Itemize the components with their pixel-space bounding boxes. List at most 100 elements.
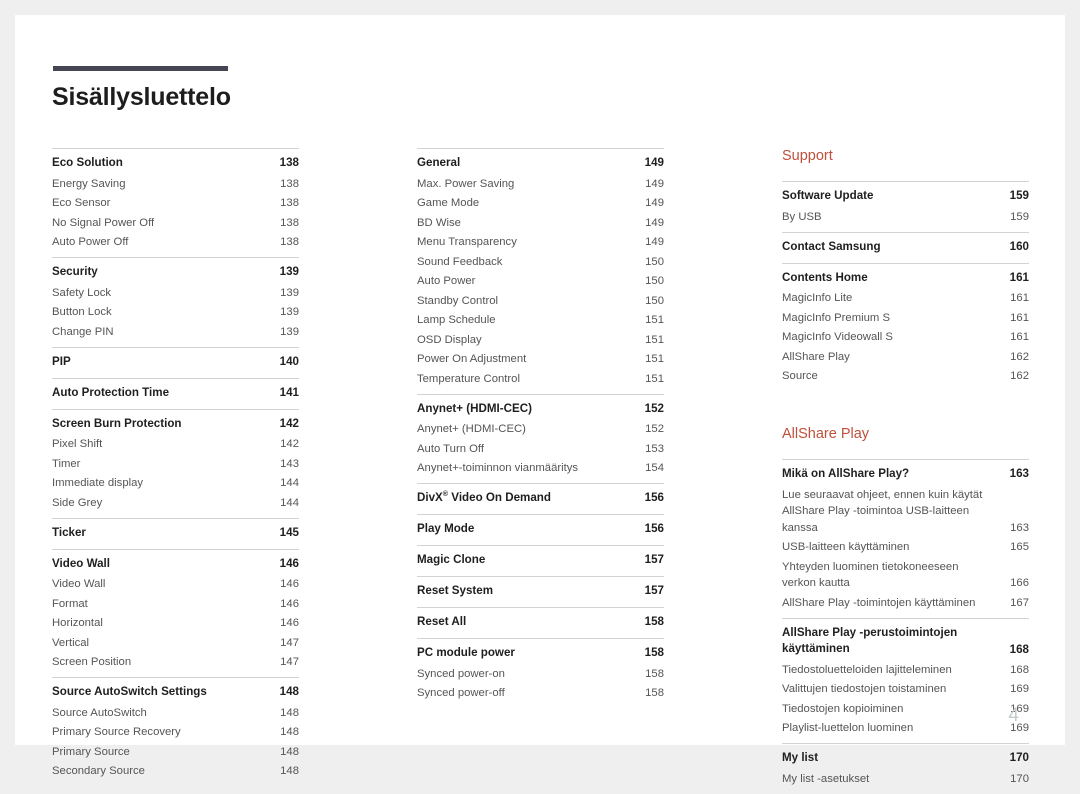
toc-entry-row[interactable]: Primary Source 148: [52, 742, 299, 762]
toc-page-number: 152: [644, 401, 664, 415]
toc-entry-row[interactable]: AllShare Play 162: [782, 347, 1029, 367]
toc-entry-row[interactable]: Yhteyden luominen tietokoneeseen verkon …: [782, 557, 1029, 593]
toc-entry-row[interactable]: No Signal Power Off 138: [52, 213, 299, 233]
toc-page-number: 151: [645, 353, 664, 365]
toc-section-label: AllShare Play -perustoimintojen käyttämi…: [782, 625, 958, 656]
toc-entry-row[interactable]: Playlist-luettelon luominen 169: [782, 719, 1029, 739]
toc-entry-row[interactable]: Synced power-off 158: [417, 684, 664, 704]
toc-page-number: 167: [1010, 596, 1029, 609]
toc-entry-label: Horizontal: [52, 617, 103, 629]
toc-entry-row[interactable]: Valittujen tiedostojen toistaminen 169: [782, 680, 1029, 700]
toc-section-row[interactable]: Source AutoSwitch Settings 148: [52, 682, 299, 703]
toc-entry-row[interactable]: MagicInfo Lite 161: [782, 289, 1029, 309]
toc-page-number: 169: [1010, 683, 1029, 695]
toc-entry-row[interactable]: OSD Display 151: [417, 330, 664, 350]
toc-column-2: General 149 Max. Power Saving 149 Game Mode 1…: [417, 148, 664, 794]
toc-section-row[interactable]: My list 170: [782, 748, 1029, 769]
toc-entry-row[interactable]: Primary Source Recovery 148: [52, 723, 299, 743]
toc-section-row[interactable]: Reset All 158: [417, 612, 664, 633]
toc-entry-row[interactable]: Source AutoSwitch 148: [52, 703, 299, 723]
toc-entry-row[interactable]: Side Grey 144: [52, 493, 299, 513]
toc-entry-row[interactable]: Lamp Schedule 151: [417, 311, 664, 331]
toc-page-number: 141: [279, 385, 299, 399]
toc-section-row[interactable]: Software Update 159: [782, 186, 1029, 207]
toc-section-row[interactable]: DivX® Video On Demand 156: [417, 488, 664, 509]
toc-section-row[interactable]: Anynet+ (HDMI-CEC) 152: [417, 399, 664, 420]
toc-entry-row[interactable]: Source 162: [782, 367, 1029, 387]
toc-entry-row[interactable]: Format 146: [52, 594, 299, 614]
toc-entry-label: Lue seuraavat ohjeet, ennen kuin käytät …: [782, 488, 983, 534]
toc-section-row[interactable]: PC module power 158: [417, 643, 664, 664]
toc-entry-row[interactable]: Sound Feedback 150: [417, 252, 664, 272]
toc-entry-row[interactable]: Video Wall 146: [52, 575, 299, 595]
toc-entry-row[interactable]: Button Lock 139: [52, 303, 299, 323]
toc-entry-row[interactable]: Tiedostojen kopioiminen 169: [782, 699, 1029, 719]
toc-entry-label: Max. Power Saving: [417, 177, 515, 190]
toc-section-label: Eco Solution: [52, 156, 123, 169]
toc-entry-row[interactable]: Pixel Shift 142: [52, 435, 299, 455]
toc-page-number: 150: [645, 294, 664, 307]
toc-entry-row[interactable]: Lue seuraavat ohjeet, ennen kuin käytät …: [782, 485, 1029, 538]
toc-section-row[interactable]: Ticker 145: [52, 523, 299, 544]
toc-section-row[interactable]: Mikä on AllShare Play? 163: [782, 464, 1029, 485]
toc-entry-row[interactable]: USB-laitteen käyttäminen 165: [782, 538, 1029, 558]
toc-entry-row[interactable]: Temperature Control 151: [417, 369, 664, 389]
toc-entry-row[interactable]: MagicInfo Videowall S 161: [782, 328, 1029, 348]
toc-entry-row[interactable]: Anynet+ (HDMI-CEC) 152: [417, 420, 664, 440]
toc-section-row[interactable]: Auto Protection Time 141: [52, 383, 299, 404]
toc-entry-label: Primary Source: [52, 745, 130, 758]
toc-entry-row[interactable]: MagicInfo Premium S 161: [782, 308, 1029, 328]
toc-entry-row[interactable]: Safety Lock 139: [52, 283, 299, 303]
toc-entry-row[interactable]: Immediate display 144: [52, 474, 299, 494]
toc-section-row[interactable]: Play Mode 156: [417, 519, 664, 540]
toc-entry-row[interactable]: AllShare Play -toimintojen käyttäminen 16…: [782, 593, 1029, 613]
toc-entry-row[interactable]: Eco Sensor 138: [52, 194, 299, 214]
toc-entry-row[interactable]: Energy Saving 138: [52, 174, 299, 194]
toc-section-row[interactable]: Reset System 157: [417, 581, 664, 602]
toc-entry-row[interactable]: Vertical 147: [52, 633, 299, 653]
toc-entry-row[interactable]: Game Mode 149: [417, 194, 664, 214]
toc-section-row[interactable]: Contact Samsung 160: [782, 237, 1029, 258]
toc-entry-row[interactable]: Anynet+-toiminnon vianmääritys 154: [417, 459, 664, 479]
toc-entry-row[interactable]: Synced power-on 158: [417, 664, 664, 684]
toc-section-row[interactable]: General 149: [417, 153, 664, 174]
toc-entry-label: Video Wall: [52, 578, 106, 590]
toc-section-row[interactable]: Screen Burn Protection 142: [52, 414, 299, 435]
toc-entry-row[interactable]: Auto Power 150: [417, 272, 664, 292]
toc-entry-row[interactable]: Secondary Source 148: [52, 762, 299, 782]
toc-section-row[interactable]: Magic Clone 157: [417, 550, 664, 571]
toc-page-number: 168: [1009, 643, 1029, 656]
toc-entry-row[interactable]: Auto Power Off 138: [52, 233, 299, 253]
title-rule: [53, 66, 228, 71]
toc-entry-row[interactable]: Standby Control 150: [417, 291, 664, 311]
toc-entry-row[interactable]: Menu Transparency 149: [417, 233, 664, 253]
toc-entry-label: Game Mode: [417, 197, 480, 209]
toc-entry-row[interactable]: Power On Adjustment 151: [417, 350, 664, 370]
toc-section-row[interactable]: Video Wall 146: [52, 554, 299, 575]
toc-section-row[interactable]: AllShare Play -perustoimintojen käyttämi…: [782, 623, 1029, 661]
toc-page-number: 161: [1010, 292, 1029, 304]
toc-page-number: 148: [279, 685, 299, 698]
toc-section-row[interactable]: Security 139: [52, 262, 299, 283]
toc-entry-row[interactable]: Tiedostoluetteloiden lajitteleminen 168: [782, 660, 1029, 680]
toc-entry-row[interactable]: Max. Power Saving 149: [417, 174, 664, 194]
toc-entry-row[interactable]: BD Wise 149: [417, 213, 664, 233]
toc-page-number: 138: [280, 177, 299, 190]
toc-column-3: Support Software Update 159 By USB 159 Contac…: [782, 148, 1029, 794]
toc-group: DivX® Video On Demand 156: [417, 483, 664, 514]
toc-entry-row[interactable]: Timer 143: [52, 454, 299, 474]
toc-page-number: 139: [279, 265, 299, 278]
toc-section-row[interactable]: Eco Solution 138: [52, 153, 299, 174]
toc-page-number: 139: [280, 306, 299, 318]
toc-page-number: 168: [1010, 663, 1029, 676]
toc-entry-row[interactable]: Change PIN 139: [52, 322, 299, 342]
toc-entry-row[interactable]: Auto Turn Off 153: [417, 439, 664, 459]
toc-entry-row[interactable]: Screen Position 147: [52, 653, 299, 673]
toc-entry-row[interactable]: By USB 159: [782, 207, 1029, 227]
toc-section-row[interactable]: PIP 140: [52, 352, 299, 373]
toc-entry-label: Tiedostojen kopioiminen: [782, 702, 904, 715]
toc-entry-row[interactable]: My list -asetukset 170: [782, 769, 1029, 789]
toc-entry-row[interactable]: Horizontal 146: [52, 614, 299, 634]
toc-section-row[interactable]: Contents Home 161: [782, 268, 1029, 289]
toc-entry-label: AllShare Play -toimintojen käyttäminen: [782, 596, 976, 609]
